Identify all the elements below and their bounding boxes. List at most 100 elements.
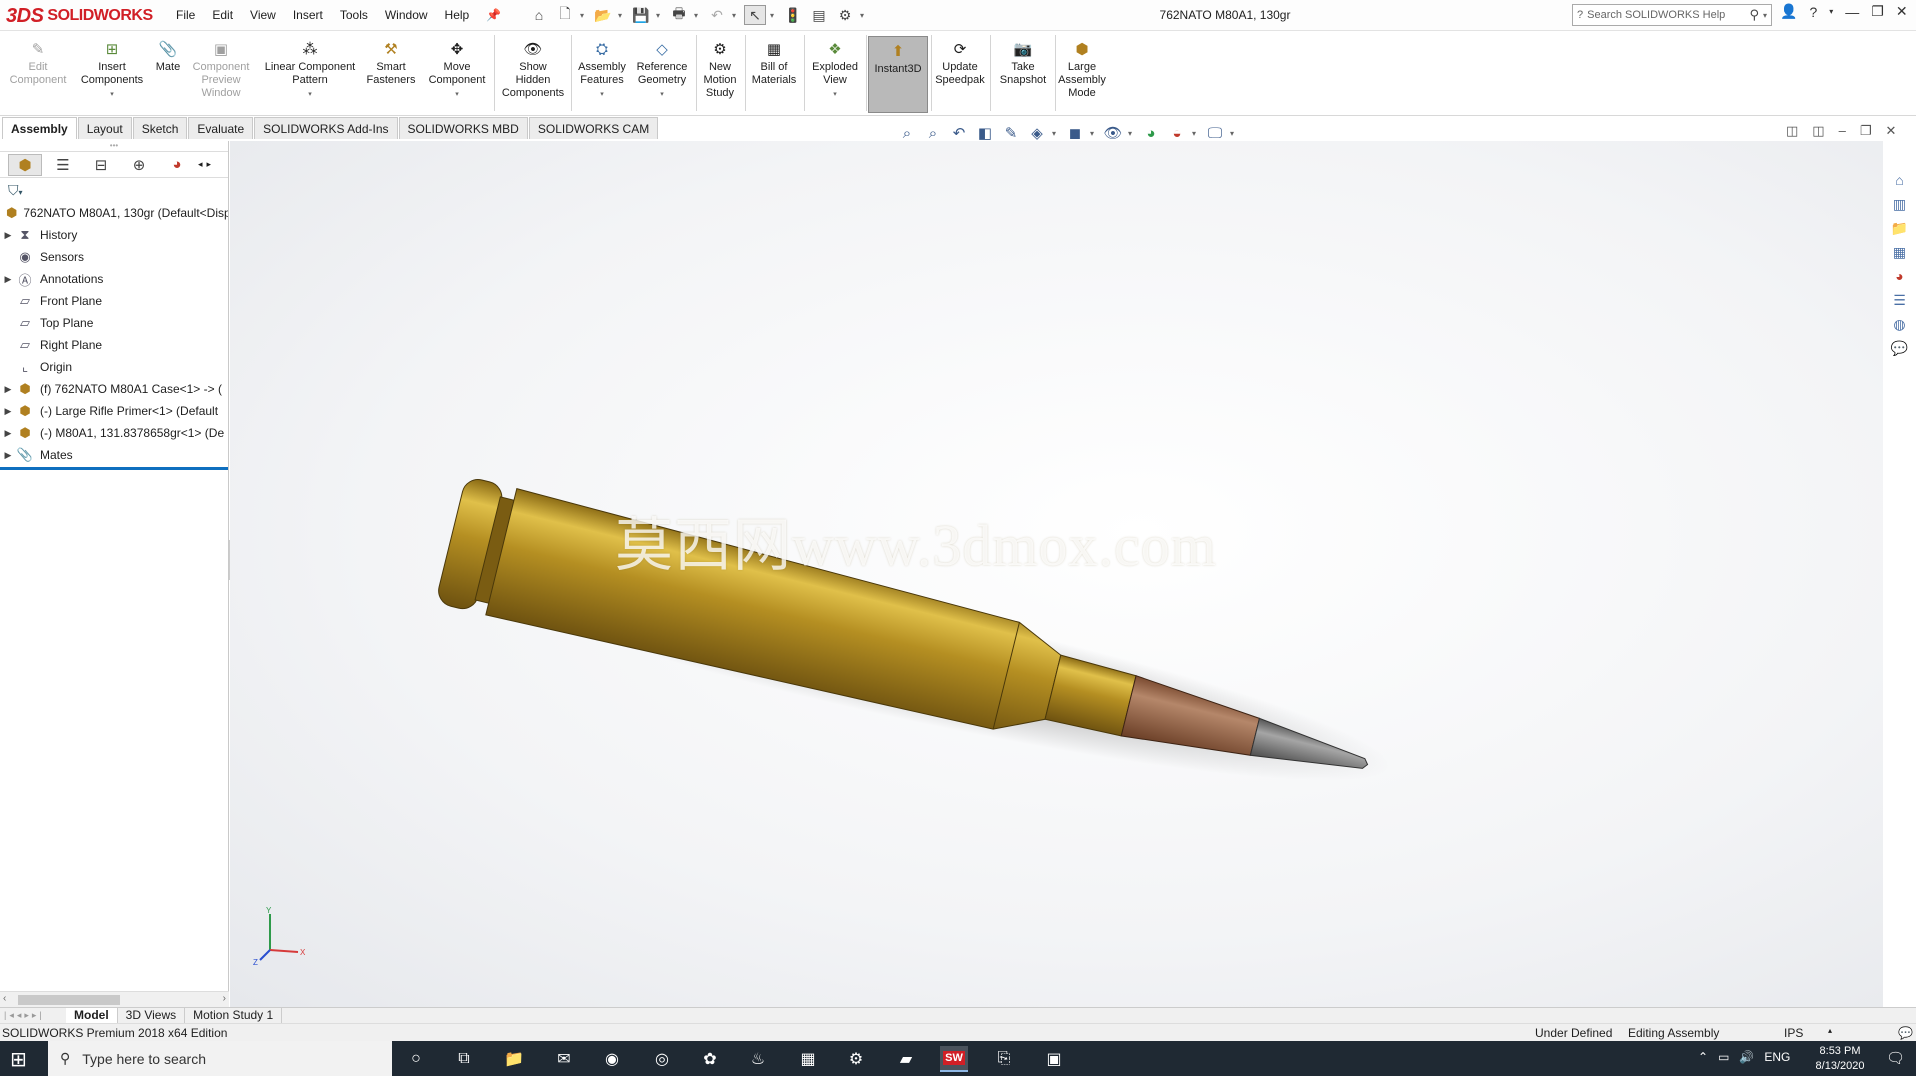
search-input[interactable]: Search SOLIDWORKS Help [1587, 9, 1725, 21]
file-explorer-icon[interactable]: 📁 [1889, 218, 1911, 238]
photos-app-icon[interactable]: ✿ [696, 1046, 724, 1072]
tree-item-annotations[interactable]: ▶ Ⓐ Annotations [0, 268, 228, 290]
view-orientation-dropdown-icon[interactable]: ▾ [1052, 129, 1060, 138]
edit-appearance-icon[interactable]: ◕ [1140, 123, 1162, 143]
search-icon[interactable]: ⚲ [1749, 7, 1759, 23]
tree-item-front-plane[interactable]: ▱ Front Plane [0, 290, 228, 312]
tree-item-sensors[interactable]: ◉ Sensors [0, 246, 228, 268]
select-cursor-icon[interactable]: ↖ [744, 5, 766, 25]
tree-item-history[interactable]: ▶ ⧗ History [0, 224, 228, 246]
tab-motion-study-1[interactable]: Motion Study 1 [185, 1008, 283, 1023]
expand-icon[interactable]: ▶ [0, 230, 16, 241]
hide-show-items-icon[interactable]: 👁 [1102, 123, 1124, 143]
insert-components-button[interactable]: ⊞ Insert Components ▾ [77, 39, 147, 101]
chrome-icon[interactable]: ◉ [598, 1046, 626, 1072]
menu-file[interactable]: File [176, 8, 195, 22]
assembly-features-dropdown-icon[interactable]: ▾ [600, 88, 604, 101]
appearances-icon[interactable]: ◕ [1889, 266, 1911, 286]
image-viewer-icon[interactable]: ▣ [1040, 1046, 1068, 1072]
insert-components-dropdown-icon[interactable]: ▾ [110, 88, 114, 101]
expand-icon[interactable]: ▶ [0, 274, 16, 285]
solidworks-forum-icon[interactable]: ◍ [1889, 314, 1911, 334]
tree-item-mates[interactable]: ▶ 📎 Mates [0, 444, 228, 466]
pin-icon[interactable]: 📌 [486, 8, 501, 22]
undo-icon[interactable]: ↶ [706, 5, 728, 25]
language-indicator[interactable]: ENG [1764, 1050, 1790, 1064]
volume-icon[interactable]: 🔊 [1739, 1050, 1754, 1064]
save-icon[interactable]: 💾 [630, 5, 652, 25]
scroll-left-icon[interactable]: ‹ [3, 993, 6, 1004]
notification-center-icon[interactable]: 🗨 [1886, 1049, 1905, 1067]
network-icon[interactable]: ▭ [1718, 1050, 1729, 1064]
new-dropdown-icon[interactable]: ▾ [580, 11, 588, 20]
expand-icon[interactable]: ▶ [0, 428, 16, 439]
acrobat-icon[interactable]: ⎘ [990, 1046, 1018, 1072]
component-preview-window-button[interactable]: ▣ Component Preview Window [190, 39, 252, 100]
instant3d-button[interactable]: ⬆ Instant3D [868, 36, 928, 113]
display-style-icon[interactable]: ◼ [1064, 123, 1086, 143]
open-dropdown-icon[interactable]: ▾ [618, 11, 626, 20]
rebuild-traffic-light-icon[interactable]: 🚦 [782, 5, 804, 25]
update-speedpak-button[interactable]: ⟳ Update Speedpak [934, 39, 986, 87]
mail-icon[interactable]: ✉ [550, 1046, 578, 1072]
panel-horizontal-scrollbar[interactable]: ‹ › [0, 991, 229, 1007]
undo-dropdown-icon[interactable]: ▾ [732, 11, 740, 20]
expand-icon[interactable]: ▶ [0, 384, 16, 395]
move-component-dropdown-icon[interactable]: ▾ [455, 88, 459, 101]
tree-item-case[interactable]: ▶ ⬢ (f) 762NATO M80A1 Case<1> -> ( [0, 378, 228, 400]
notes-app-icon[interactable]: ▰ [892, 1046, 920, 1072]
menu-window[interactable]: Window [385, 8, 428, 22]
menu-view[interactable]: View [250, 8, 276, 22]
tabs-scroll-left-icon[interactable]: ◂ [198, 159, 203, 170]
taskbar-search-box[interactable]: ⚲ Type here to search [48, 1041, 392, 1076]
rollback-bar[interactable] [0, 467, 228, 470]
view-settings-icon[interactable]: 🖵 [1204, 123, 1226, 143]
display-manager-tab-icon[interactable]: ◕ [160, 154, 194, 176]
reference-geometry-dropdown-icon[interactable]: ▾ [660, 88, 664, 101]
options-dropdown-icon[interactable]: ▾ [860, 11, 868, 20]
tile-horizontal-icon[interactable]: ◫ [1786, 123, 1798, 139]
graphics-area[interactable]: 莫西网www.3dmox.com [230, 141, 1883, 1007]
units-selector[interactable]: IPS [1784, 1026, 1803, 1040]
new-motion-study-button[interactable]: ⚙ New Motion Study [700, 39, 740, 100]
cortana-icon[interactable]: ○ [402, 1046, 430, 1072]
exploded-view-button[interactable]: ❖ Exploded View ▾ [807, 39, 863, 101]
view-palette-icon[interactable]: ▦ [1889, 242, 1911, 262]
solidworks-taskbar-icon[interactable]: SW [940, 1046, 968, 1072]
tree-item-primer[interactable]: ▶ ⬢ (-) Large Rifle Primer<1> (Default [0, 400, 228, 422]
tab-mbd[interactable]: SOLIDWORKS MBD [398, 117, 528, 139]
tile-vertical-icon[interactable]: ◫ [1812, 123, 1824, 139]
tabs-scroll-right-icon[interactable]: ▸ [207, 159, 212, 170]
previous-view-icon[interactable]: ↶ [948, 123, 970, 143]
display-style-dropdown-icon[interactable]: ▾ [1090, 129, 1098, 138]
expand-icon[interactable]: ▶ [0, 450, 16, 461]
apply-scene-icon[interactable]: ◒ [1166, 123, 1188, 143]
mate-button[interactable]: 📎 Mate [152, 39, 184, 74]
print-icon[interactable]: 🖶 [668, 5, 690, 25]
dynamic-annotation-icon[interactable]: ✎ [1000, 123, 1022, 143]
tab-assembly[interactable]: Assembly [2, 117, 77, 139]
tree-item-right-plane[interactable]: ▱ Right Plane [0, 334, 228, 356]
menu-insert[interactable]: Insert [293, 8, 323, 22]
tree-item-origin[interactable]: ⌞ Origin [0, 356, 228, 378]
filter-icon[interactable]: ⛉▾ [0, 178, 228, 202]
print-dropdown-icon[interactable]: ▾ [694, 11, 702, 20]
custom-properties-icon[interactable]: ☰ [1889, 290, 1911, 310]
units-dropdown-icon[interactable]: ▴ [1828, 1026, 1832, 1035]
tray-overflow-icon[interactable]: ⌃ [1698, 1050, 1708, 1064]
3dexperience-icon[interactable]: 💬 [1889, 338, 1911, 358]
tree-root-assembly[interactable]: ⬢ 762NATO M80A1, 130gr (Default<Disp [0, 202, 228, 224]
save-dropdown-icon[interactable]: ▾ [656, 11, 664, 20]
file-properties-icon[interactable]: ▤ [808, 5, 830, 25]
solidworks-resources-icon[interactable]: ⌂ [1889, 170, 1911, 190]
expand-icon[interactable]: ▶ [0, 406, 16, 417]
zoom-to-area-icon[interactable]: ⌕ [922, 123, 944, 143]
select-dropdown-icon[interactable]: ▾ [770, 11, 778, 20]
app-taskbar-icon[interactable]: ⚙ [842, 1046, 870, 1072]
windows-start-icon[interactable]: ⊞ [10, 1047, 36, 1071]
viewport-minimize-icon[interactable]: – [1839, 123, 1846, 139]
edit-component-button[interactable]: ✎ Edit Component [8, 39, 68, 87]
menu-edit[interactable]: Edit [212, 8, 233, 22]
view-settings-dropdown-icon[interactable]: ▾ [1230, 129, 1238, 138]
taskbar-clock[interactable]: 8:53 PM 8/13/2020 [1800, 1044, 1880, 1074]
